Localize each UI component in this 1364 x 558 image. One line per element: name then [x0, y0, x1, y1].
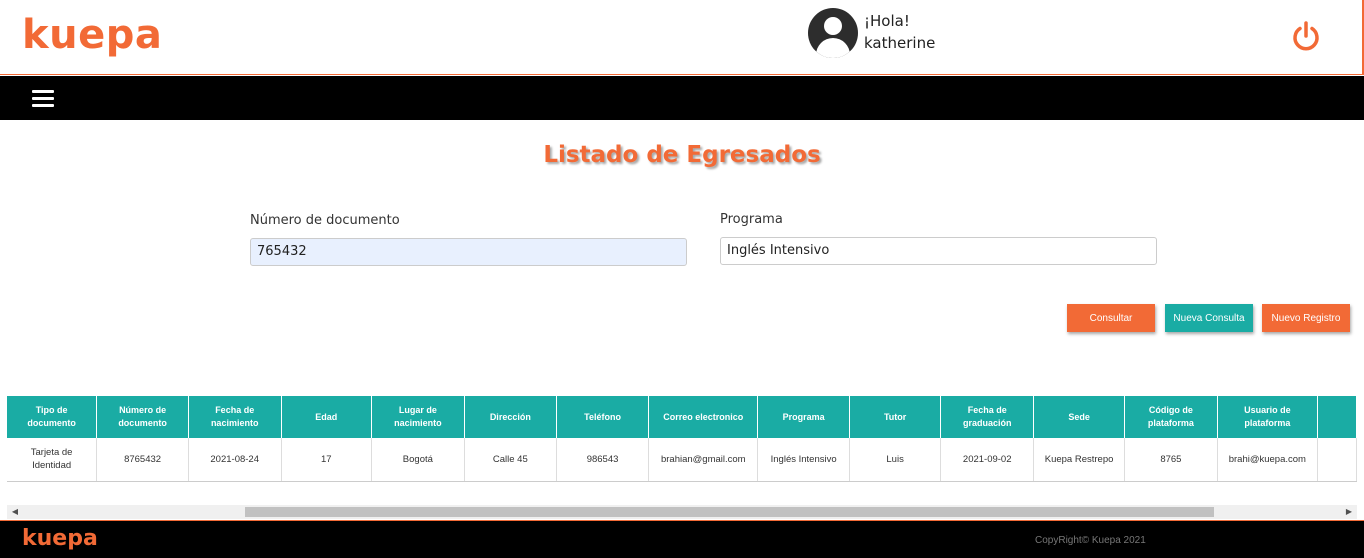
- table-cell: Luis: [849, 438, 942, 482]
- nav-bar: [0, 76, 1364, 120]
- table-cell: Bogotá: [371, 438, 465, 482]
- table-cell: 17: [281, 438, 373, 482]
- table-header-cell: Correo electronico: [648, 396, 759, 438]
- table-cell: 986543: [556, 438, 650, 482]
- user-greeting: ¡Hola! katherine: [864, 10, 935, 54]
- scroll-right-icon[interactable]: ▶: [1344, 507, 1354, 517]
- nueva-consulta-button[interactable]: Nueva Consulta: [1165, 304, 1253, 332]
- page-title: Listado de Egresados: [543, 142, 821, 168]
- footer-kuepa-logo: kuepa: [22, 526, 98, 551]
- greeting-text: ¡Hola!: [864, 12, 910, 30]
- power-icon[interactable]: [1290, 20, 1322, 52]
- table-cell: Kuepa Restrepo: [1033, 438, 1126, 482]
- document-number-input[interactable]: 765432: [250, 238, 687, 266]
- table-cell: 2021-08-24: [188, 438, 282, 482]
- table-cell: brahian@gmail.com: [648, 438, 759, 482]
- consultar-button[interactable]: Consultar: [1067, 304, 1155, 332]
- table-cell: Tarjeta de Identidad: [7, 438, 98, 482]
- graduates-table-container: Tipo de documento Número de documento Fech…: [7, 396, 1357, 506]
- program-input[interactable]: Inglés Intensivo: [720, 237, 1157, 265]
- scroll-left-icon[interactable]: ◀: [10, 507, 20, 517]
- program-label: Programa: [720, 212, 783, 227]
- kuepa-logo[interactable]: kuepa: [22, 10, 162, 60]
- table-header-cell: Dirección: [464, 396, 557, 438]
- footer: kuepa CopyRight© Kuepa 2021: [0, 520, 1364, 558]
- nuevo-registro-button[interactable]: Nuevo Registro: [1262, 304, 1350, 332]
- copyright-text: CopyRight© Kuepa 2021: [1035, 535, 1146, 546]
- table-header-cell: Usuario de plataforma: [1217, 396, 1319, 438]
- horizontal-scrollbar[interactable]: ◀ ▶: [7, 505, 1357, 519]
- table-header-cell: Tipo de documento: [7, 396, 98, 438]
- table-cell: 2021-09-02: [940, 438, 1035, 482]
- table-cell: 8765: [1124, 438, 1218, 482]
- table-header-cell: Fecha de nacimiento: [188, 396, 282, 438]
- table-header-cell: Número de documento: [96, 396, 189, 438]
- top-header: kuepa ¡Hola! katherine: [0, 0, 1364, 75]
- user-avatar-icon[interactable]: [808, 8, 858, 58]
- scrollbar-thumb[interactable]: [245, 507, 1214, 517]
- table-cell: 8765432: [96, 438, 189, 482]
- table-header-cell: [1317, 396, 1357, 438]
- table-header-cell: Edad: [281, 396, 373, 438]
- document-label: Número de documento: [250, 213, 400, 228]
- table-row[interactable]: Tarjeta de Identidad 8765432 2021-08-24 17 B…: [7, 438, 1357, 482]
- graduates-table: Tipo de documento Número de documento Fech…: [7, 396, 1357, 482]
- table-header-cell: Programa: [757, 396, 850, 438]
- username-text: katherine: [864, 34, 936, 52]
- table-header-row: Tipo de documento Número de documento Fech…: [7, 396, 1357, 438]
- table-cell: Calle 45: [464, 438, 557, 482]
- table-header-cell: Teléfono: [556, 396, 650, 438]
- hamburger-menu-icon[interactable]: [32, 90, 54, 108]
- table-header-cell: Código de plataforma: [1124, 396, 1218, 438]
- table-header-cell: Fecha de graduación: [940, 396, 1035, 438]
- table-cell: Inglés Intensivo: [757, 438, 850, 482]
- table-header-cell: Sede: [1033, 396, 1126, 438]
- table-header-cell: Tutor: [849, 396, 942, 438]
- table-cell: brahi@kuepa.com: [1217, 438, 1319, 482]
- table-header-cell: Lugar de nacimiento: [371, 396, 465, 438]
- table-cell: [1317, 438, 1357, 482]
